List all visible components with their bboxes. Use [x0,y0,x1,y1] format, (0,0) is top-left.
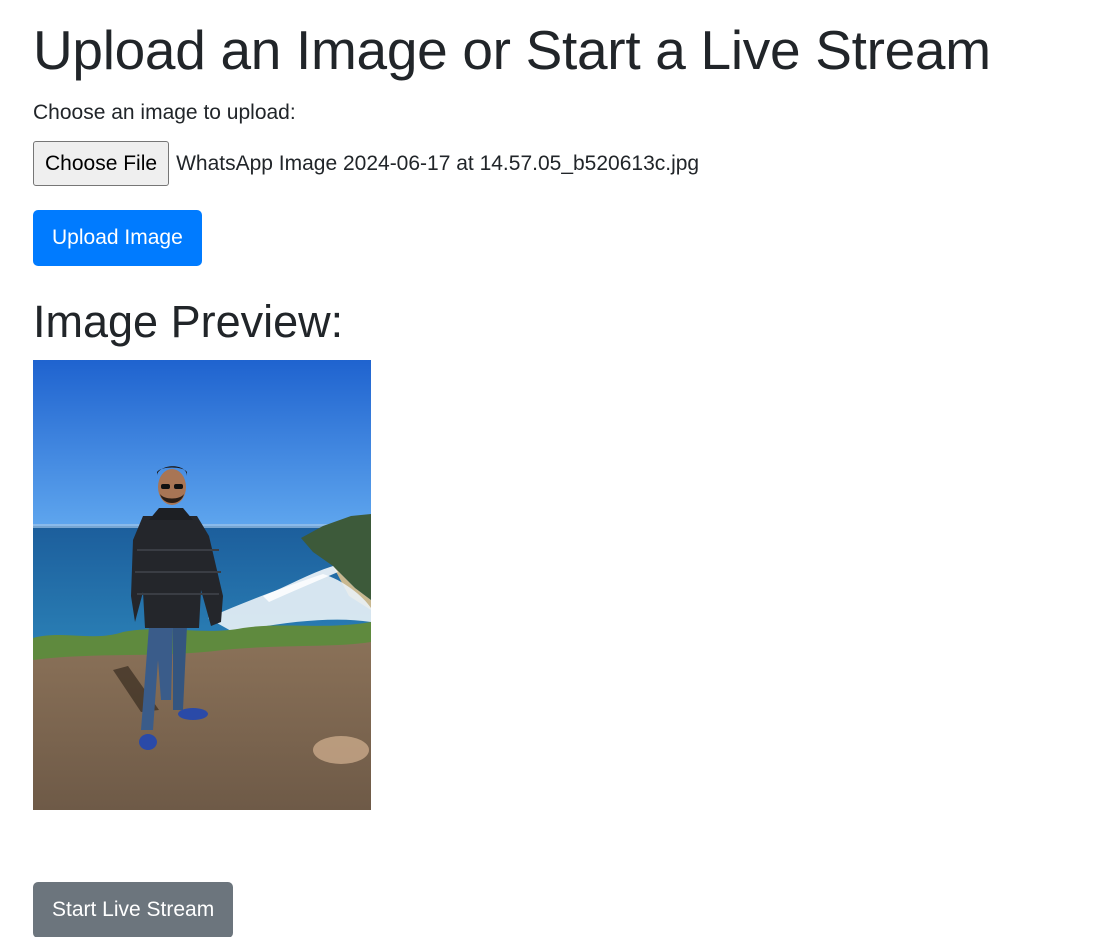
file-input[interactable]: Choose File WhatsApp Image 2024-06-17 at… [33,141,699,186]
start-live-stream-button[interactable]: Start Live Stream [33,882,234,937]
page: Upload an Image or Start a Live Stream C… [0,0,1113,937]
page-title: Upload an Image or Start a Live Stream [33,19,991,81]
choose-file-button[interactable]: Choose File [33,141,170,186]
upload-image-button[interactable]: Upload Image [33,210,202,266]
selected-file-name: WhatsApp Image 2024-06-17 at 14.57.05_b5… [176,151,700,175]
file-input-label: Choose an image to upload: [33,101,296,124]
image-preview-heading: Image Preview: [33,296,344,347]
image-preview [33,360,371,810]
